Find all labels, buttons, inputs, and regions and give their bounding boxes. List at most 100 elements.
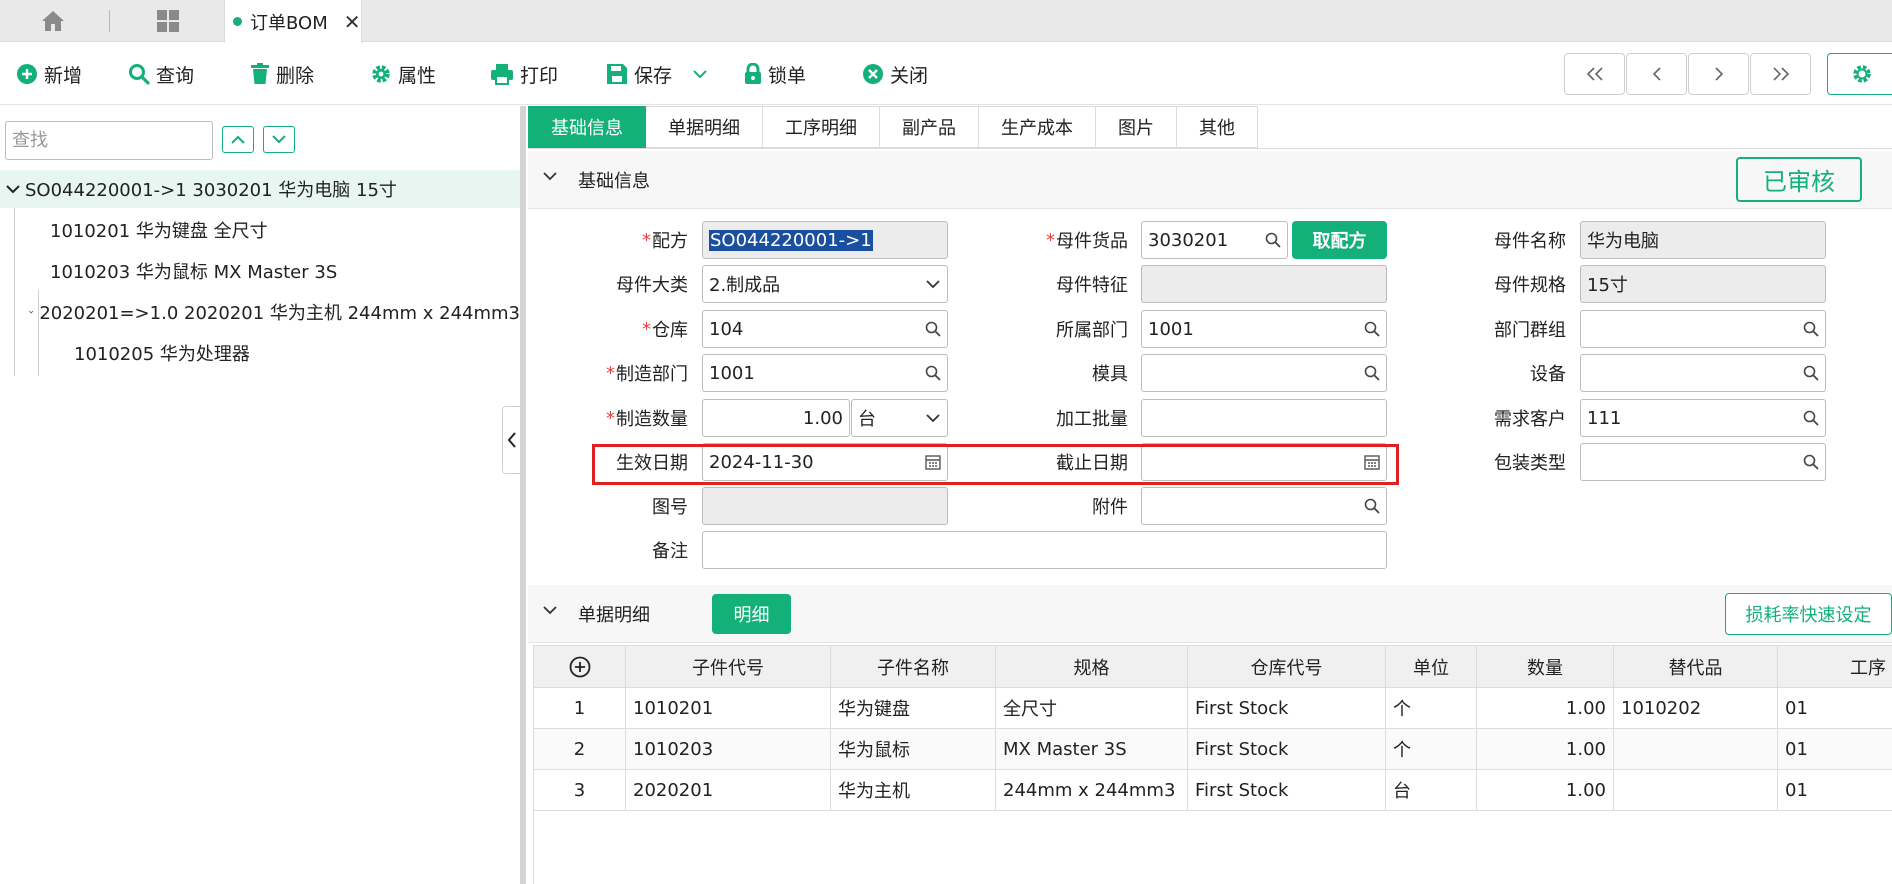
parent-item-field[interactable]: 3030201 [1141, 221, 1288, 259]
close-button[interactable]: 关闭 [862, 57, 928, 91]
save-button[interactable]: 保存 [606, 57, 708, 91]
mfg-qty-field[interactable]: 1.00 [702, 399, 850, 437]
search-icon[interactable] [1364, 365, 1380, 381]
formula-field[interactable]: SO044220001->1 [702, 221, 948, 259]
mold-field[interactable] [1141, 354, 1387, 392]
tree-search-input[interactable] [5, 121, 213, 160]
parent-category-select[interactable]: 2.制成品 [702, 265, 948, 303]
col-header[interactable]: 仓库代号 [1188, 646, 1386, 688]
move-down-button[interactable] [263, 126, 295, 153]
tab-other[interactable]: 其他 [1177, 106, 1258, 148]
properties-button[interactable]: 属性 [370, 57, 436, 91]
settings-button[interactable] [1827, 53, 1892, 95]
search-icon[interactable] [1803, 454, 1819, 470]
mfg-dept-field[interactable]: 1001 [702, 354, 948, 392]
tree-item[interactable]: 1010203 华为鼠标 MX Master 3S [0, 252, 520, 290]
cell-warehouse[interactable]: First Stock [1188, 688, 1386, 729]
take-formula-button[interactable]: 取配方 [1292, 221, 1387, 259]
tab-document-detail[interactable]: 单据明细 [646, 106, 763, 148]
col-header[interactable]: 子件代号 [626, 646, 831, 688]
col-header[interactable]: 单位 [1386, 646, 1477, 688]
warehouse-field[interactable]: 104 [702, 310, 948, 348]
table-row[interactable]: 3 2020201 华为主机 244mm x 244mm3 First Stoc… [534, 770, 1892, 811]
search-icon[interactable] [1265, 232, 1281, 248]
cell-code[interactable]: 1010203 [626, 729, 831, 770]
cell-qty[interactable]: 1.00 [1477, 770, 1614, 811]
cell-substitute[interactable]: 1010202 [1614, 688, 1778, 729]
tree-item-root[interactable]: SO044220001->1 3030201 华为电脑 15寸 [0, 170, 520, 208]
tree-item[interactable]: 1010205 华为处理器 [0, 334, 520, 372]
cell-warehouse[interactable]: First Stock [1188, 729, 1386, 770]
print-button[interactable]: 打印 [490, 57, 558, 91]
cell-unit[interactable]: 台 [1386, 770, 1477, 811]
batch-field[interactable] [1141, 399, 1387, 437]
remark-field[interactable] [702, 531, 1387, 569]
parent-name-field[interactable]: 华为电脑 [1580, 221, 1826, 259]
panel-splitter[interactable] [520, 106, 526, 884]
unit-select[interactable]: 台 [851, 399, 948, 437]
tree-item-host[interactable]: 2020201=>1.0 2020201 华为主机 244mm x 244mm3 [0, 293, 520, 331]
home-icon[interactable] [33, 0, 73, 42]
apps-grid-icon[interactable] [148, 0, 188, 42]
basic-info-header[interactable]: 基础信息 [528, 151, 1892, 209]
move-up-button[interactable] [222, 126, 254, 153]
last-record-button[interactable] [1750, 53, 1811, 95]
tab-production-cost[interactable]: 生产成本 [979, 106, 1096, 148]
cell-name[interactable]: 华为鼠标 [831, 729, 996, 770]
cell-name[interactable]: 华为键盘 [831, 688, 996, 729]
cell-spec[interactable]: MX Master 3S [996, 729, 1188, 770]
loss-rate-quick-set-button[interactable]: 损耗率快速设定 [1725, 593, 1892, 635]
search-icon[interactable] [925, 321, 941, 337]
cell-unit[interactable]: 个 [1386, 688, 1477, 729]
query-button[interactable]: 查询 [128, 57, 194, 91]
cell-code[interactable]: 2020201 [626, 770, 831, 811]
tab-process-detail[interactable]: 工序明细 [763, 106, 880, 148]
add-row-cell[interactable] [534, 646, 626, 688]
add-button[interactable]: 新增 [16, 57, 82, 91]
tab-basic-info[interactable]: 基础信息 [528, 106, 646, 148]
search-icon[interactable] [1803, 410, 1819, 426]
equipment-field[interactable] [1580, 354, 1826, 392]
next-record-button[interactable] [1688, 53, 1749, 95]
attachment-field[interactable] [1141, 487, 1387, 525]
col-header[interactable]: 数量 [1477, 646, 1614, 688]
prev-record-button[interactable] [1626, 53, 1687, 95]
chevron-down-icon[interactable] [692, 69, 708, 79]
first-record-button[interactable] [1564, 53, 1625, 95]
drawing-no-field[interactable] [702, 487, 948, 525]
parent-spec-field[interactable]: 15寸 [1580, 265, 1826, 303]
cell-unit[interactable]: 个 [1386, 729, 1477, 770]
tab-order-bom[interactable]: 订单BOM ✕ [224, 0, 362, 43]
table-row[interactable]: 2 1010203 华为鼠标 MX Master 3S First Stock … [534, 729, 1892, 770]
search-icon[interactable] [925, 365, 941, 381]
cell-substitute[interactable] [1614, 729, 1778, 770]
cell-process[interactable]: 01 [1778, 770, 1892, 811]
delete-button[interactable]: 删除 [250, 57, 314, 91]
collapse-panel-button[interactable] [502, 406, 520, 474]
cell-substitute[interactable] [1614, 770, 1778, 811]
col-header[interactable]: 工序 [1778, 646, 1892, 688]
col-header[interactable]: 替代品 [1614, 646, 1778, 688]
cell-process[interactable]: 01 [1778, 688, 1892, 729]
chevron-down-icon[interactable] [542, 605, 558, 615]
cell-qty[interactable]: 1.00 [1477, 729, 1614, 770]
col-header[interactable]: 规格 [996, 646, 1188, 688]
col-header[interactable]: 子件名称 [831, 646, 996, 688]
tree-item[interactable]: 1010201 华为键盘 全尺寸 [0, 211, 520, 249]
dept-field[interactable]: 1001 [1141, 310, 1387, 348]
parent-feature-field[interactable] [1141, 265, 1387, 303]
search-icon[interactable] [1364, 498, 1380, 514]
cell-qty[interactable]: 1.00 [1477, 688, 1614, 729]
dept-group-field[interactable] [1580, 310, 1826, 348]
lock-button[interactable]: 锁单 [744, 57, 806, 91]
cell-code[interactable]: 1010201 [626, 688, 831, 729]
chevron-down-icon[interactable] [29, 307, 34, 317]
search-icon[interactable] [1803, 321, 1819, 337]
tab-images[interactable]: 图片 [1096, 106, 1177, 148]
search-icon[interactable] [1364, 321, 1380, 337]
cell-spec[interactable]: 244mm x 244mm3 [996, 770, 1188, 811]
close-icon[interactable]: ✕ [344, 10, 361, 34]
search-icon[interactable] [1803, 365, 1819, 381]
cell-spec[interactable]: 全尺寸 [996, 688, 1188, 729]
tab-by-products[interactable]: 副产品 [880, 106, 979, 148]
